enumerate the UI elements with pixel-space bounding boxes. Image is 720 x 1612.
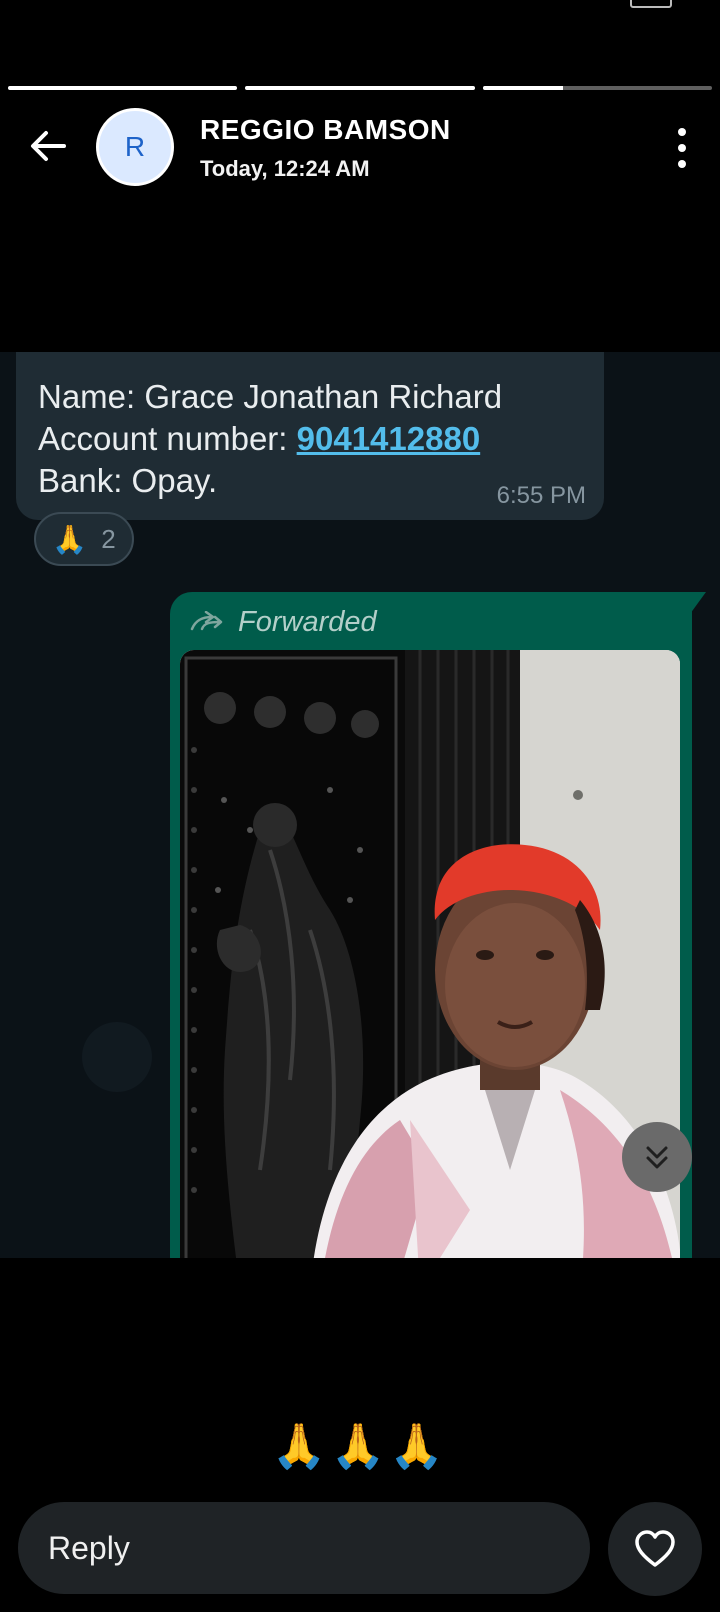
status-viewer: R REGGIO BAMSON Today, 12:24 AM Name: Gr… [0, 0, 720, 1612]
reaction-emoji: 🙏 [52, 523, 88, 555]
message-time: 6:55 PM [496, 482, 586, 509]
reply-input[interactable]: Reply [18, 1502, 590, 1594]
outgoing-message: Forwarded [170, 592, 706, 1258]
account-label: Account number: [38, 420, 297, 457]
forward-arrow-icon [190, 611, 223, 631]
like-button[interactable] [608, 1502, 702, 1596]
more-vertical-icon [678, 160, 686, 168]
reaction-badge[interactable]: 🙏 2 [34, 512, 134, 566]
photo-illustration [180, 650, 680, 1258]
story-header: R REGGIO BAMSON Today, 12:24 AM [0, 100, 720, 200]
contact-name[interactable]: REGGIO BAMSON [200, 114, 451, 146]
more-options-button[interactable] [672, 128, 692, 168]
story-segment-fill [245, 86, 475, 90]
forwarded-label: Forwarded [238, 605, 377, 638]
message-bank-line: Bank: Opay. [38, 462, 218, 499]
story-caption: 🙏🙏🙏 [271, 1422, 449, 1471]
double-chevron-down-icon [646, 1146, 668, 1169]
story-segment-fill [482, 86, 563, 90]
more-vertical-icon [678, 144, 686, 152]
story-segment [8, 86, 238, 90]
story-segment-fill [8, 86, 238, 90]
account-number-link[interactable]: 9041412880 [297, 420, 481, 457]
incoming-message: Name: Grace Jonathan Richard Account num… [16, 352, 604, 520]
back-arrow-icon [31, 131, 66, 161]
heart-icon [635, 1530, 675, 1567]
scroll-down-button[interactable] [622, 1122, 692, 1192]
bubble-tail [690, 592, 706, 614]
story-segment [482, 86, 712, 90]
avatar[interactable]: R [96, 108, 174, 186]
forwarded-photo[interactable] [180, 650, 680, 1258]
back-button[interactable] [24, 122, 72, 170]
reaction-count: 2 [101, 523, 116, 554]
story-progress [8, 86, 712, 91]
story-timestamp: Today, 12:24 AM [200, 156, 370, 181]
more-vertical-icon [678, 128, 686, 136]
faded-avatar [82, 1022, 152, 1092]
forwarded-indicator: Forwarded [190, 602, 377, 642]
message-account-line: Account number: 9041412880 [38, 420, 480, 458]
story-segment [245, 86, 475, 90]
chat-screenshot: Name: Grace Jonathan Richard Account num… [0, 352, 720, 1258]
status-bar [0, 0, 720, 10]
message-name-line: Name: Grace Jonathan Richard [38, 378, 503, 415]
reply-placeholder: Reply [48, 1529, 130, 1566]
battery-icon [630, 0, 672, 8]
avatar-initial: R [124, 131, 146, 162]
